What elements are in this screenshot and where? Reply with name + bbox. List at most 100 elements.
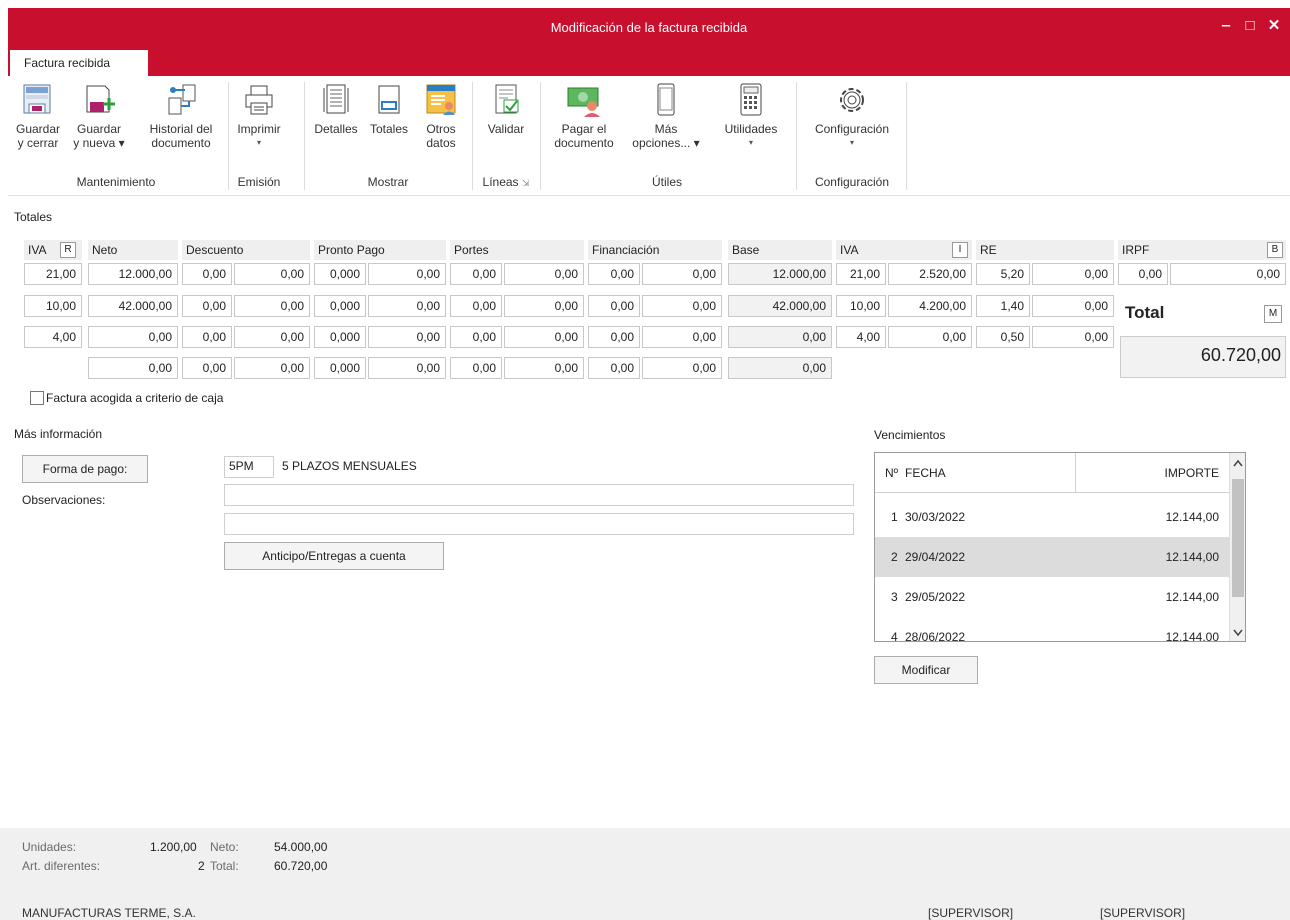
distinct-items-label: Art. diferentes: [22,859,101,873]
advance-payments-button[interactable]: Anticipo/Entregas a cuenta [224,542,444,570]
cell-neto[interactable]: 42.000,00 [88,295,178,317]
cell-desc[interactable]: 0,00 [234,326,310,348]
cell-re-imp[interactable]: 0,00 [1032,263,1114,285]
cell-iva[interactable]: 21,00 [24,263,82,285]
cell-portes-pct[interactable]: 0,00 [450,263,502,285]
cell-iva-imp[interactable]: 2.520,00 [888,263,972,285]
cell-irpf-pct[interactable]: 0,00 [1118,263,1168,285]
tab-factura-recibida[interactable]: Factura recibida [10,50,148,76]
cell-portes-pct[interactable]: 0,00 [450,326,502,348]
cell-fin[interactable]: 0,00 [642,263,722,285]
cell-pp-pct[interactable]: 0,000 [314,326,366,348]
cell-desc[interactable]: 0,00 [234,263,310,285]
cell-pp-pct[interactable]: 0,000 [314,357,366,379]
cell-pp[interactable]: 0,00 [368,263,446,285]
pay-document-label-1: Pagar el [561,122,607,136]
cell-pp[interactable]: 0,00 [368,357,446,379]
scroll-up-arrow-icon[interactable] [1233,459,1243,467]
cell-portes[interactable]: 0,00 [504,326,584,348]
due-date-row[interactable]: 3 29/05/2022 12.144,00 [875,577,1231,617]
cell-iva-imp[interactable]: 4.200,00 [888,295,972,317]
cell-desc-pct[interactable]: 0,00 [182,326,232,348]
cell-re-pct[interactable]: 5,20 [976,263,1030,285]
cell-iva-imp[interactable]: 0,00 [888,326,972,348]
utilities-button[interactable]: Utilidades ▾ [716,82,786,150]
total-footer-label: Total: [210,859,239,873]
due-date-row-selected[interactable]: 2 29/04/2022 12.144,00 [875,537,1231,577]
units-value: 1.200,00 [150,840,197,854]
print-button[interactable]: Imprimir ▾ [232,82,286,150]
cell-desc-pct[interactable]: 0,00 [182,263,232,285]
cell-portes[interactable]: 0,00 [504,357,584,379]
ribbon-tab-bar: Factura recibida [8,48,1290,76]
scroll-thumb[interactable] [1232,479,1244,597]
irpf-b-button[interactable]: B [1267,242,1283,258]
scroll-down-arrow-icon[interactable] [1233,629,1243,637]
observations-input-1[interactable] [224,484,854,506]
cell-iva[interactable]: 4,00 [24,326,82,348]
totals-button[interactable]: Totales [364,82,414,136]
save-close-button[interactable]: Guardar y cerrar [10,82,66,150]
cell-base: 0,00 [728,326,832,348]
cell-re-pct[interactable]: 1,40 [976,295,1030,317]
close-button[interactable]: ✕ [1260,14,1288,38]
cell-fin[interactable]: 0,00 [642,357,722,379]
cell-portes-pct[interactable]: 0,00 [450,295,502,317]
cell-re-imp[interactable]: 0,00 [1032,326,1114,348]
cell-portes-pct[interactable]: 0,00 [450,357,502,379]
validate-button[interactable]: Validar [478,82,534,136]
cell-iva[interactable]: 10,00 [24,295,82,317]
document-history-button[interactable]: Historial del documento [140,82,222,150]
cell-desc[interactable]: 0,00 [234,295,310,317]
cell-re-pct[interactable]: 0,50 [976,326,1030,348]
due-dates-scrollbar[interactable] [1229,453,1245,641]
cell-fin-pct[interactable]: 0,00 [588,263,640,285]
more-options-label-1: Más [654,122,678,136]
cell-desc[interactable]: 0,00 [234,357,310,379]
column-header-fecha[interactable]: FECHA [905,466,946,480]
save-close-icon [23,84,51,114]
cell-pp-pct[interactable]: 0,000 [314,263,366,285]
details-button[interactable]: Detalles [310,82,362,136]
due-date-fecha: 30/03/2022 [905,510,966,524]
cell-re-imp[interactable]: 0,00 [1032,295,1114,317]
title-bar: Modificación de la factura recibida ‒ □ … [8,8,1290,48]
other-data-button[interactable]: Otros datos [416,82,466,150]
cell-desc-pct[interactable]: 0,00 [182,295,232,317]
iva-r-button[interactable]: R [60,242,76,258]
cell-desc-pct[interactable]: 0,00 [182,357,232,379]
more-options-button[interactable]: Más opciones... ▾ [624,82,708,150]
total-m-button[interactable]: M [1264,305,1282,323]
cell-irpf-imp[interactable]: 0,00 [1170,263,1286,285]
payment-method-code-input[interactable]: 5PM [224,456,274,478]
cell-neto[interactable]: 0,00 [88,357,178,379]
cell-fin[interactable]: 0,00 [642,295,722,317]
cell-portes[interactable]: 0,00 [504,295,584,317]
cell-pp[interactable]: 0,00 [368,295,446,317]
header-iva-cuota-text: IVA [840,243,859,257]
cell-pp[interactable]: 0,00 [368,326,446,348]
save-new-button[interactable]: Guardar y nueva ▾ [68,82,130,150]
cell-iva-pct[interactable]: 4,00 [836,326,886,348]
due-date-row[interactable]: 4 28/06/2022 12.144,00 [875,617,1231,641]
observations-input-2[interactable] [224,513,854,535]
cell-fin-pct[interactable]: 0,00 [588,357,640,379]
cell-neto[interactable]: 0,00 [88,326,178,348]
cell-pp-pct[interactable]: 0,000 [314,295,366,317]
payment-method-button[interactable]: Forma de pago: [22,455,148,483]
cell-fin-pct[interactable]: 0,00 [588,326,640,348]
dialog-launcher-icon[interactable]: ⇲ [522,178,530,188]
column-header-importe[interactable]: IMPORTE [1165,466,1219,480]
pay-document-button[interactable]: Pagar el documento [548,82,620,150]
cash-criteria-checkbox[interactable] [30,391,44,405]
iva-i-button[interactable]: I [952,242,968,258]
cell-neto[interactable]: 12.000,00 [88,263,178,285]
cell-portes[interactable]: 0,00 [504,263,584,285]
cell-iva-pct[interactable]: 10,00 [836,295,886,317]
cell-iva-pct[interactable]: 21,00 [836,263,886,285]
due-date-row[interactable]: 1 30/03/2022 12.144,00 [875,497,1231,537]
cell-fin-pct[interactable]: 0,00 [588,295,640,317]
configuration-button[interactable]: Configuración ▾ [802,82,902,150]
modify-button[interactable]: Modificar [874,656,978,684]
cell-fin[interactable]: 0,00 [642,326,722,348]
